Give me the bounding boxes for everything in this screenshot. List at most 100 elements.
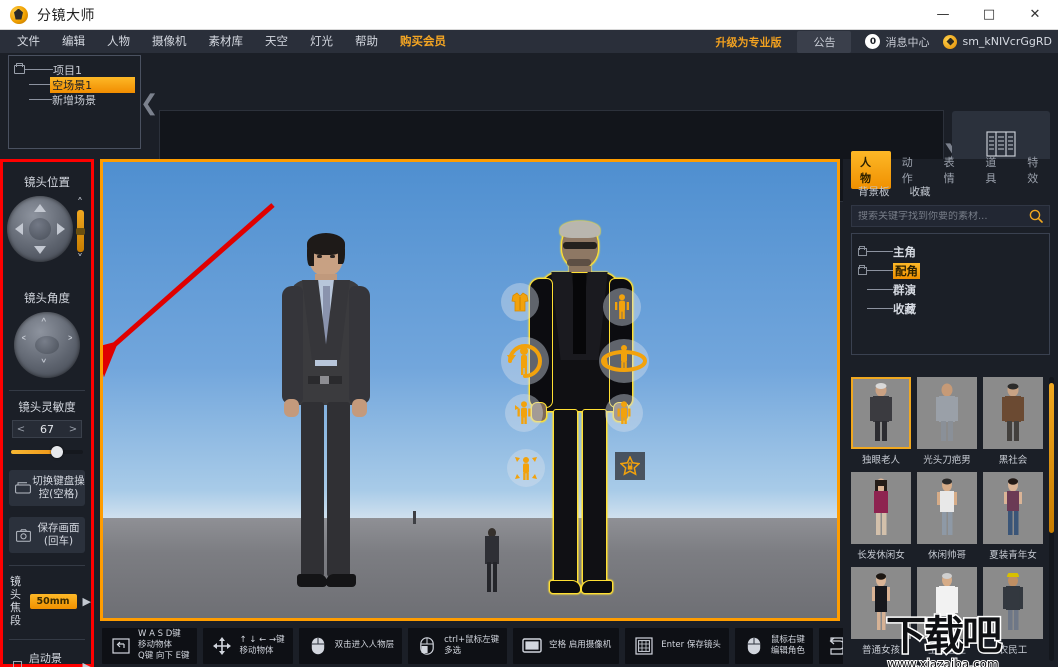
angle-down-chevron-icon[interactable]: ˅ bbox=[40, 359, 48, 374]
menu-file[interactable]: 文件 bbox=[6, 30, 51, 53]
gizmo-rotate-left[interactable] bbox=[501, 337, 549, 385]
search-icon[interactable] bbox=[1029, 209, 1043, 223]
angle-center-hub[interactable] bbox=[35, 336, 59, 354]
cat-protagonist[interactable]: 主角 bbox=[858, 242, 1043, 261]
toggle-keyboard-control-button[interactable]: 切换键盘操 控(空格) bbox=[9, 470, 85, 506]
gizmo-clothing[interactable] bbox=[501, 283, 539, 321]
chevron-up-icon[interactable]: ˄ bbox=[72, 197, 88, 209]
subtab-favorites[interactable]: 收藏 bbox=[901, 182, 940, 201]
sensitivity-slider-fill bbox=[11, 450, 55, 454]
expand-box-icon[interactable] bbox=[858, 245, 867, 256]
collapse-left-arrow[interactable]: ❮ bbox=[140, 91, 158, 117]
asset-one-eyed-old-man[interactable]: 独眼老人 bbox=[851, 377, 911, 466]
asset-bald-scar-man[interactable]: 光头刀疤男 bbox=[917, 377, 977, 466]
asset-label: 长发休闲女 bbox=[857, 550, 905, 561]
3d-viewport[interactable] bbox=[100, 159, 840, 621]
menu-edit[interactable]: 编辑 bbox=[51, 30, 96, 53]
dpad-right-arrow-icon[interactable] bbox=[57, 223, 65, 235]
tree-node-add-scene[interactable]: 新增场景 bbox=[14, 92, 135, 107]
camera-position-dpad[interactable] bbox=[7, 196, 73, 262]
asset-grid-scrollbar[interactable] bbox=[1049, 377, 1054, 661]
focal-length-value[interactable]: 50mm bbox=[29, 593, 77, 609]
gizmo-pose-right[interactable] bbox=[605, 394, 643, 432]
dpad-left-arrow-icon[interactable] bbox=[15, 223, 23, 235]
hint-double-click: 双击进入人物层 bbox=[298, 627, 403, 664]
angle-up-chevron-icon[interactable]: ˄ bbox=[40, 318, 48, 333]
film-icon bbox=[633, 635, 655, 657]
subtab-backdrop[interactable]: 背景板 bbox=[849, 182, 899, 201]
tab-expressions[interactable]: 表情 bbox=[935, 151, 975, 189]
maximize-button[interactable]: □ bbox=[966, 0, 1012, 30]
tree-node-project[interactable]: 项目1 bbox=[14, 62, 135, 77]
menu-assets[interactable]: 素材库 bbox=[198, 30, 255, 53]
scrollbar-thumb[interactable] bbox=[1049, 383, 1054, 533]
tab-props[interactable]: 道具 bbox=[976, 151, 1016, 189]
asset-migrant-worker[interactable]: 农民工 bbox=[983, 567, 1043, 656]
asset-ordinary-girl[interactable]: 普通女孩 bbox=[851, 567, 911, 656]
gizmo-lock[interactable] bbox=[615, 452, 645, 480]
cat-favorites[interactable]: 收藏 bbox=[858, 299, 1043, 318]
hint-right-click-text: 鼠标右键 编辑角色 bbox=[770, 634, 805, 656]
dpad-up-arrow-icon[interactable] bbox=[34, 204, 46, 212]
cat-protagonist-label: 主角 bbox=[893, 244, 916, 259]
character-man-in-suit[interactable] bbox=[271, 233, 379, 596]
mouse-ctrl-icon bbox=[416, 635, 438, 657]
focal-length-expand-arrow[interactable]: ▶ bbox=[83, 595, 91, 608]
cat-supporting[interactable]: 配角 bbox=[858, 261, 1043, 280]
message-center-button[interactable]: 0 消息中心 bbox=[865, 34, 929, 50]
menu-light[interactable]: 灯光 bbox=[299, 30, 344, 53]
asset-gangster[interactable]: 黑社会 bbox=[983, 377, 1043, 466]
tab-effects[interactable]: 特效 bbox=[1018, 151, 1058, 189]
camera-angle-dpad[interactable]: ˄ ˅ ˂ ˃ bbox=[14, 312, 80, 378]
gizmo-rotate-right[interactable] bbox=[599, 339, 649, 383]
tree-node-scene-selected[interactable]: 空场景1 bbox=[14, 76, 135, 93]
dpad-center-hub[interactable] bbox=[29, 218, 51, 240]
asset-search-bar[interactable] bbox=[851, 205, 1050, 227]
menu-character[interactable]: 人物 bbox=[96, 30, 141, 53]
key-icon bbox=[110, 635, 132, 657]
gizmo-body-left[interactable] bbox=[505, 394, 543, 432]
minimize-button[interactable]: — bbox=[920, 0, 966, 30]
upgrade-pro-button[interactable]: 升级为专业版 bbox=[715, 34, 781, 50]
sensitivity-stepper[interactable]: < 67 > bbox=[12, 420, 82, 438]
user-account-button[interactable]: sm_kNIVcrGgRD bbox=[943, 34, 1052, 49]
gizmo-scale-vertical[interactable] bbox=[603, 288, 641, 326]
depth-of-field-checkbox[interactable] bbox=[13, 661, 22, 667]
menu-help[interactable]: 帮助 bbox=[344, 30, 389, 53]
hint-space-camera-text: 空格 启用摄像机 bbox=[549, 640, 612, 650]
save-frame-button[interactable]: 保存画面 (回车) bbox=[9, 517, 85, 553]
asset-casual-handsome-man[interactable]: 休闲帅哥 bbox=[917, 472, 977, 561]
menu-camera[interactable]: 摄像机 bbox=[141, 30, 198, 53]
camera-height-knob[interactable] bbox=[75, 228, 85, 235]
depth-of-field-expand-arrow[interactable]: ▶ bbox=[83, 660, 91, 667]
chevron-down-icon[interactable]: ˅ bbox=[72, 253, 88, 265]
sensitivity-slider-knob[interactable] bbox=[51, 446, 63, 458]
gizmo-move-all[interactable] bbox=[507, 449, 545, 487]
asset-label: 主治医生 bbox=[927, 645, 966, 656]
angle-left-chevron-icon[interactable]: ˂ bbox=[20, 336, 28, 351]
menu-buy-vip[interactable]: 购买会员 bbox=[389, 30, 457, 53]
top-row: 项目1 空场景1 新增场景 ❮ ❯ bbox=[0, 53, 1058, 202]
menu-sky[interactable]: 天空 bbox=[254, 30, 299, 53]
camera-position-title: 镜头位置 bbox=[24, 175, 70, 189]
sensitivity-slider[interactable] bbox=[11, 445, 83, 459]
search-input[interactable] bbox=[858, 210, 1029, 222]
camera-sensitivity-title: 镜头灵敏度 bbox=[18, 400, 76, 414]
asset-long-hair-casual-woman[interactable]: 长发休闲女 bbox=[851, 472, 911, 561]
close-button[interactable]: ✕ bbox=[1012, 0, 1058, 30]
angle-right-chevron-icon[interactable]: ˃ bbox=[67, 336, 75, 351]
sensitivity-decrement[interactable]: < bbox=[13, 424, 29, 435]
dpad-down-arrow-icon[interactable] bbox=[34, 246, 46, 254]
asset-grid[interactable]: 独眼老人 光头刀疤男 黑社会 长发休闲女 休闲帅哥 夏装青年女 普通女孩 主治医… bbox=[851, 377, 1043, 661]
camera-height-slider[interactable]: ˄ ˅ bbox=[72, 197, 88, 265]
user-name: sm_kNIVcrGgRD bbox=[962, 35, 1052, 48]
hint-enter-save: Enter 保存镜头 bbox=[625, 627, 729, 664]
sensitivity-increment[interactable]: > bbox=[65, 424, 81, 435]
announcement-button[interactable]: 公告 bbox=[797, 30, 852, 53]
distant-figure-2 bbox=[481, 528, 503, 594]
expand-box-icon[interactable] bbox=[858, 264, 867, 275]
asset-attending-doctor[interactable]: 主治医生 bbox=[917, 567, 977, 656]
asset-summer-young-woman[interactable]: 夏装青年女 bbox=[983, 472, 1043, 561]
camera-height-track[interactable] bbox=[75, 210, 85, 252]
cat-extras[interactable]: 群演 bbox=[858, 280, 1043, 299]
